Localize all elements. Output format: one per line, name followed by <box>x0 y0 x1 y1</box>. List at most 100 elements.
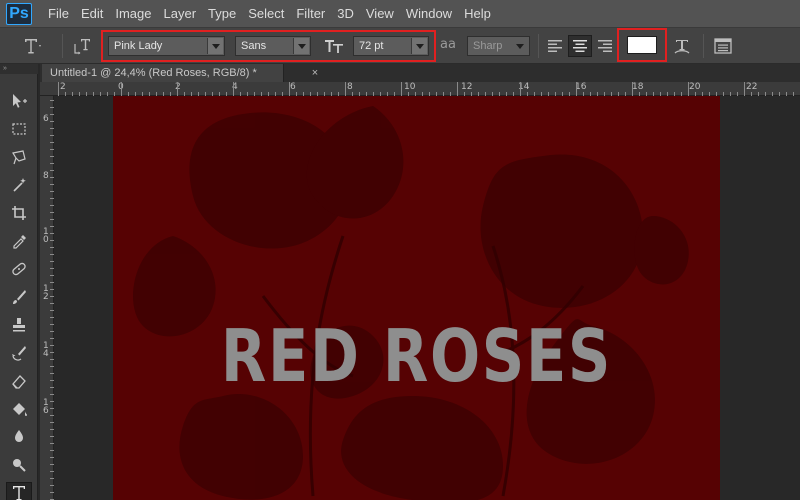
ruler-tick <box>50 128 54 129</box>
clone-stamp-tool-icon[interactable] <box>6 314 32 336</box>
ruler-label: 2 <box>60 82 66 92</box>
ruler-tick <box>50 345 54 346</box>
ruler-tick <box>50 289 54 290</box>
ruler-tick <box>50 464 54 465</box>
ruler-tick <box>632 82 633 96</box>
ruler-label: 6 <box>290 82 296 92</box>
ruler-tick <box>50 331 54 332</box>
align-right-icon[interactable] <box>596 38 614 54</box>
antialias-value: Sharp <box>473 40 503 52</box>
ruler-tick <box>401 82 402 96</box>
document-tab[interactable]: Untitled-1 @ 24,4% (Red Roses, RGB/8) * <box>42 64 284 82</box>
ruler-tick <box>50 261 54 262</box>
font-size-value: 72 pt <box>359 40 384 52</box>
antialias-select[interactable]: Sharp <box>467 36 530 56</box>
ruler-tick <box>50 492 54 493</box>
magic-wand-tool-icon[interactable] <box>6 174 32 196</box>
ruler-tick <box>50 282 54 283</box>
chevron-down-icon <box>411 38 427 54</box>
ruler-tick <box>50 254 54 255</box>
font-size-select[interactable]: 72 pt <box>353 36 429 56</box>
dodge-tool-icon[interactable] <box>6 426 32 448</box>
menu-help[interactable]: Help <box>460 0 499 28</box>
ruler-tick <box>50 114 54 115</box>
ruler-tick <box>50 429 54 430</box>
ruler-label: 8 <box>43 171 49 181</box>
ruler-tick <box>50 149 54 150</box>
ruler-tick <box>50 226 54 227</box>
close-icon[interactable]: × <box>308 64 322 82</box>
ruler-tick <box>58 82 59 96</box>
ruler-tick <box>50 408 54 409</box>
menu-window[interactable]: Window <box>402 0 460 28</box>
ruler-tick <box>50 303 54 304</box>
vertical-ruler: 6 8 10 12 14 16 <box>40 96 54 500</box>
marquee-tool-icon[interactable] <box>6 118 32 140</box>
ruler-tick <box>50 415 54 416</box>
ruler-tick <box>50 247 54 248</box>
eraser-tool-icon[interactable] <box>6 370 32 392</box>
font-style-value: Sans <box>241 40 267 52</box>
ruler-tick <box>50 457 54 458</box>
font-family-value: Pink Lady <box>114 40 163 52</box>
ruler-tick <box>50 380 54 381</box>
ruler-tick <box>50 212 54 213</box>
ruler-tick <box>50 387 54 388</box>
eyedropper-tool-icon[interactable] <box>6 230 32 252</box>
ruler-tick <box>50 359 54 360</box>
type-tool-icon[interactable] <box>6 482 32 500</box>
text-color-swatch[interactable] <box>627 36 657 54</box>
ruler-tick <box>50 240 54 241</box>
ruler-tick <box>50 121 54 122</box>
ruler-tick <box>50 478 54 479</box>
ruler-tick <box>520 82 521 96</box>
canvas-text-layer[interactable]: RED ROSES <box>168 314 666 398</box>
panel-collapse-icon[interactable]: » <box>0 64 38 74</box>
character-panel-icon[interactable] <box>713 37 733 55</box>
menu-view[interactable]: View <box>362 0 402 28</box>
roses-illustration <box>133 106 689 500</box>
document-canvas[interactable]: RED ROSES <box>113 96 720 500</box>
menu-bar: Ps File Edit Image Layer Type Select Fil… <box>0 0 800 28</box>
ruler-tick <box>50 352 54 353</box>
ruler-tick <box>50 450 54 451</box>
align-left-icon[interactable] <box>546 38 564 54</box>
menu-layer[interactable]: Layer <box>160 0 205 28</box>
warp-text-icon[interactable] <box>672 36 692 56</box>
pen-tool-icon[interactable] <box>6 454 32 476</box>
ruler-tick <box>50 394 54 395</box>
ruler-tick <box>50 373 54 374</box>
menu-type[interactable]: Type <box>204 0 244 28</box>
brush-tool-icon[interactable] <box>6 286 32 308</box>
healing-brush-tool-icon[interactable] <box>6 258 32 280</box>
history-brush-tool-icon[interactable] <box>6 342 32 364</box>
toggle-text-orientation-icon[interactable] <box>72 36 94 56</box>
ruler-label: 8 <box>347 82 353 92</box>
align-center-icon[interactable] <box>568 35 592 57</box>
ruler-tick <box>50 107 54 108</box>
font-family-select[interactable]: Pink Lady <box>108 36 225 56</box>
move-tool-icon[interactable] <box>6 90 32 112</box>
menu-select[interactable]: Select <box>244 0 292 28</box>
paint-bucket-tool-icon[interactable] <box>6 398 32 420</box>
ruler-tick <box>50 485 54 486</box>
ruler-tick <box>744 82 745 96</box>
ruler-tick <box>576 82 577 96</box>
ruler-tick <box>50 198 54 199</box>
ruler-tick <box>50 191 54 192</box>
menu-image[interactable]: Image <box>111 0 159 28</box>
crop-tool-icon[interactable] <box>6 202 32 224</box>
ruler-tick <box>50 233 54 234</box>
lasso-tool-icon[interactable] <box>6 146 32 168</box>
ruler-tick <box>50 163 54 164</box>
type-tool-preset-icon[interactable] <box>22 36 44 56</box>
menu-3d[interactable]: 3D <box>333 0 362 28</box>
menu-file[interactable]: File <box>44 0 77 28</box>
font-style-select[interactable]: Sans <box>235 36 311 56</box>
menu-filter[interactable]: Filter <box>292 0 333 28</box>
ruler-tick <box>50 310 54 311</box>
ruler-tick <box>50 275 54 276</box>
ruler-tick <box>50 366 54 367</box>
ruler-tick <box>50 324 54 325</box>
menu-edit[interactable]: Edit <box>77 0 111 28</box>
